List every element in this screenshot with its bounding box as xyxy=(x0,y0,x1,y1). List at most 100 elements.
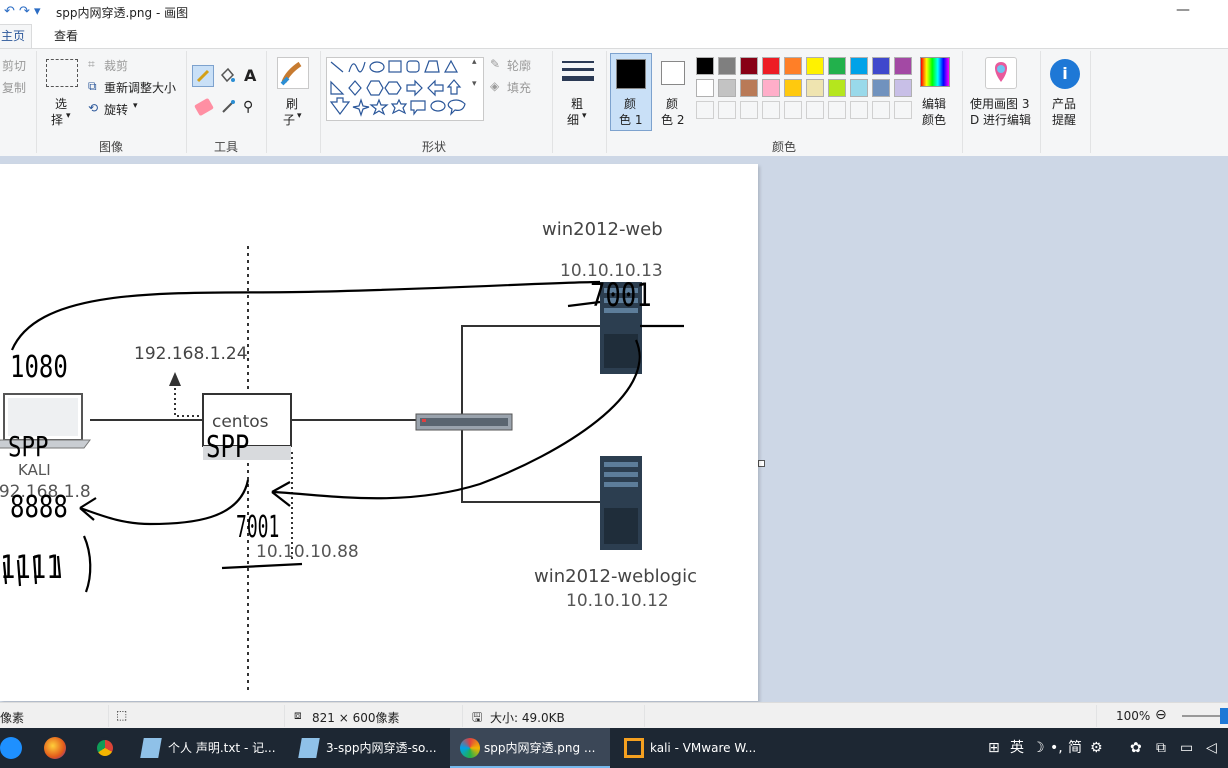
color-swatch[interactable] xyxy=(740,79,758,97)
color-swatch[interactable] xyxy=(850,57,868,75)
tray-volume-icon[interactable]: ◁ xyxy=(1206,728,1217,768)
custom-color-slot[interactable] xyxy=(784,101,802,119)
canvas-resize-handle[interactable] xyxy=(758,460,765,467)
select-label-2[interactable]: 择 xyxy=(51,111,63,128)
custom-color-slot[interactable] xyxy=(850,101,868,119)
color-swatch[interactable] xyxy=(740,57,758,75)
pencil-icon[interactable] xyxy=(192,65,214,87)
custom-color-slot[interactable] xyxy=(762,101,780,119)
shapes-gallery[interactable] xyxy=(326,57,484,121)
keyboard-icon[interactable]: ⊞ xyxy=(988,728,1000,768)
rotate-button[interactable]: 旋转 xyxy=(104,101,128,118)
product-alerts-label[interactable]: 产品 xyxy=(1052,95,1076,112)
brushes-label-2[interactable]: 子 xyxy=(283,111,295,128)
rotate-dropdown-icon[interactable]: ▾ xyxy=(133,101,138,111)
tools-group-label: 工具 xyxy=(214,140,239,154)
outline-button[interactable]: 轮廓 xyxy=(507,57,531,74)
taskbar-item-doc[interactable]: 3-spp内网穿透-so... xyxy=(292,728,444,768)
ime-settings-icon[interactable]: ⚙ xyxy=(1090,728,1103,768)
edit-colors-icon[interactable] xyxy=(920,57,950,87)
eraser-icon[interactable] xyxy=(194,97,214,117)
magnifier-icon[interactable]: ⚲ xyxy=(243,99,253,115)
color-swatch[interactable] xyxy=(696,57,714,75)
select-dropdown-icon[interactable]: ▾ xyxy=(66,111,71,121)
shapes-scroll-down-icon[interactable]: ▾ xyxy=(472,79,477,89)
resize-button[interactable]: 重新调整大小 xyxy=(104,79,176,96)
custom-color-slot[interactable] xyxy=(894,101,912,119)
color2-label[interactable]: 颜 xyxy=(666,95,678,112)
fill-bucket-icon[interactable] xyxy=(218,67,236,85)
ime-moon-icon[interactable]: ☽ xyxy=(1032,728,1045,768)
zoom-slider-thumb[interactable] xyxy=(1220,708,1228,724)
color2-swatch[interactable] xyxy=(661,61,685,85)
color-picker-icon[interactable] xyxy=(220,99,236,115)
web-label: win2012-web xyxy=(542,219,663,240)
edge-icon[interactable] xyxy=(0,737,22,759)
minimize-button[interactable]: — xyxy=(1176,2,1190,18)
paint3d-label[interactable]: 使用画图 3 xyxy=(970,95,1029,112)
select-label[interactable]: 选 xyxy=(55,95,67,112)
text-icon[interactable]: A xyxy=(244,66,256,85)
size-label-2[interactable]: 细 xyxy=(567,111,579,128)
size-dropdown-icon[interactable]: ▾ xyxy=(582,111,587,121)
custom-color-slot[interactable] xyxy=(872,101,890,119)
zoom-slider[interactable] xyxy=(1182,715,1222,717)
color-swatch[interactable] xyxy=(828,57,846,75)
chrome-icon[interactable] xyxy=(94,737,116,759)
drawing-canvas[interactable]: 192.168.1.24 centos KALI 192.168.1.8 10.… xyxy=(0,164,758,701)
ime-language[interactable]: 英 xyxy=(1010,728,1024,768)
color-swatch[interactable] xyxy=(872,79,890,97)
edit-colors-label-2[interactable]: 颜色 xyxy=(922,111,946,128)
color2-label-2[interactable]: 色 2 xyxy=(661,111,684,128)
firefox-icon[interactable] xyxy=(44,737,66,759)
color-swatch[interactable] xyxy=(894,57,912,75)
color-swatch[interactable] xyxy=(850,79,868,97)
color-swatch[interactable] xyxy=(718,79,736,97)
tab-view[interactable]: 查看 xyxy=(48,27,84,44)
tray-app-icon[interactable]: ✿ xyxy=(1130,728,1142,768)
taskbar-item-vmware[interactable]: kali - VMware W... xyxy=(616,728,768,768)
color-swatch[interactable] xyxy=(696,79,714,97)
tab-home[interactable]: 主页 xyxy=(0,24,33,50)
color-swatch[interactable] xyxy=(784,79,802,97)
brushes-dropdown-icon[interactable]: ▾ xyxy=(297,111,302,121)
custom-color-slot[interactable] xyxy=(696,101,714,119)
copy-button[interactable]: 复制 xyxy=(2,79,26,96)
color-swatch[interactable] xyxy=(828,79,846,97)
color-swatch[interactable] xyxy=(762,57,780,75)
fill-button[interactable]: 填充 xyxy=(507,79,531,96)
crop-button[interactable]: 裁剪 xyxy=(104,57,128,74)
color-swatch[interactable] xyxy=(806,57,824,75)
taskbar-item-paint[interactable]: spp内网穿透.png ... xyxy=(450,728,610,768)
color1-label: 颜 xyxy=(624,97,637,111)
custom-color-slot[interactable] xyxy=(828,101,846,119)
custom-color-slot[interactable] xyxy=(718,101,736,119)
size-icon[interactable] xyxy=(562,59,594,89)
brushes-label[interactable]: 刷 xyxy=(286,95,298,112)
color-swatch[interactable] xyxy=(872,57,890,75)
tray-network-icon[interactable]: ▭ xyxy=(1180,728,1193,768)
brushes-icon[interactable] xyxy=(277,57,309,89)
cut-button[interactable]: 剪切 xyxy=(2,57,26,74)
paint3d-icon[interactable] xyxy=(985,57,1017,89)
taskbar-item-notepad[interactable]: 个人 声明.txt - 记... xyxy=(134,728,286,768)
shapes-scroll-up-icon[interactable]: ▴ xyxy=(472,57,477,67)
edit-colors-label[interactable]: 编辑 xyxy=(922,95,946,112)
select-icon[interactable] xyxy=(46,59,78,87)
size-label[interactable]: 粗 xyxy=(571,95,583,112)
color-swatch[interactable] xyxy=(718,57,736,75)
color-swatch[interactable] xyxy=(806,79,824,97)
color-swatch[interactable] xyxy=(894,79,912,97)
tray-display-icon[interactable]: ⧉ xyxy=(1156,728,1166,768)
product-alerts-label-2[interactable]: 提醒 xyxy=(1052,111,1076,128)
paint3d-label-2[interactable]: D 进行编辑 xyxy=(970,111,1031,128)
custom-color-slot[interactable] xyxy=(740,101,758,119)
ime-punct-icon[interactable]: •, xyxy=(1050,728,1063,768)
custom-color-slot[interactable] xyxy=(806,101,824,119)
color-swatch[interactable] xyxy=(784,57,802,75)
ime-charset[interactable]: 简 xyxy=(1068,728,1082,768)
zoom-out-icon[interactable]: ⊖ xyxy=(1155,707,1167,723)
quick-access-toolbar[interactable]: ↶ ↷ ▾ xyxy=(4,4,41,19)
info-icon[interactable]: i xyxy=(1050,59,1080,89)
color-swatch[interactable] xyxy=(762,79,780,97)
